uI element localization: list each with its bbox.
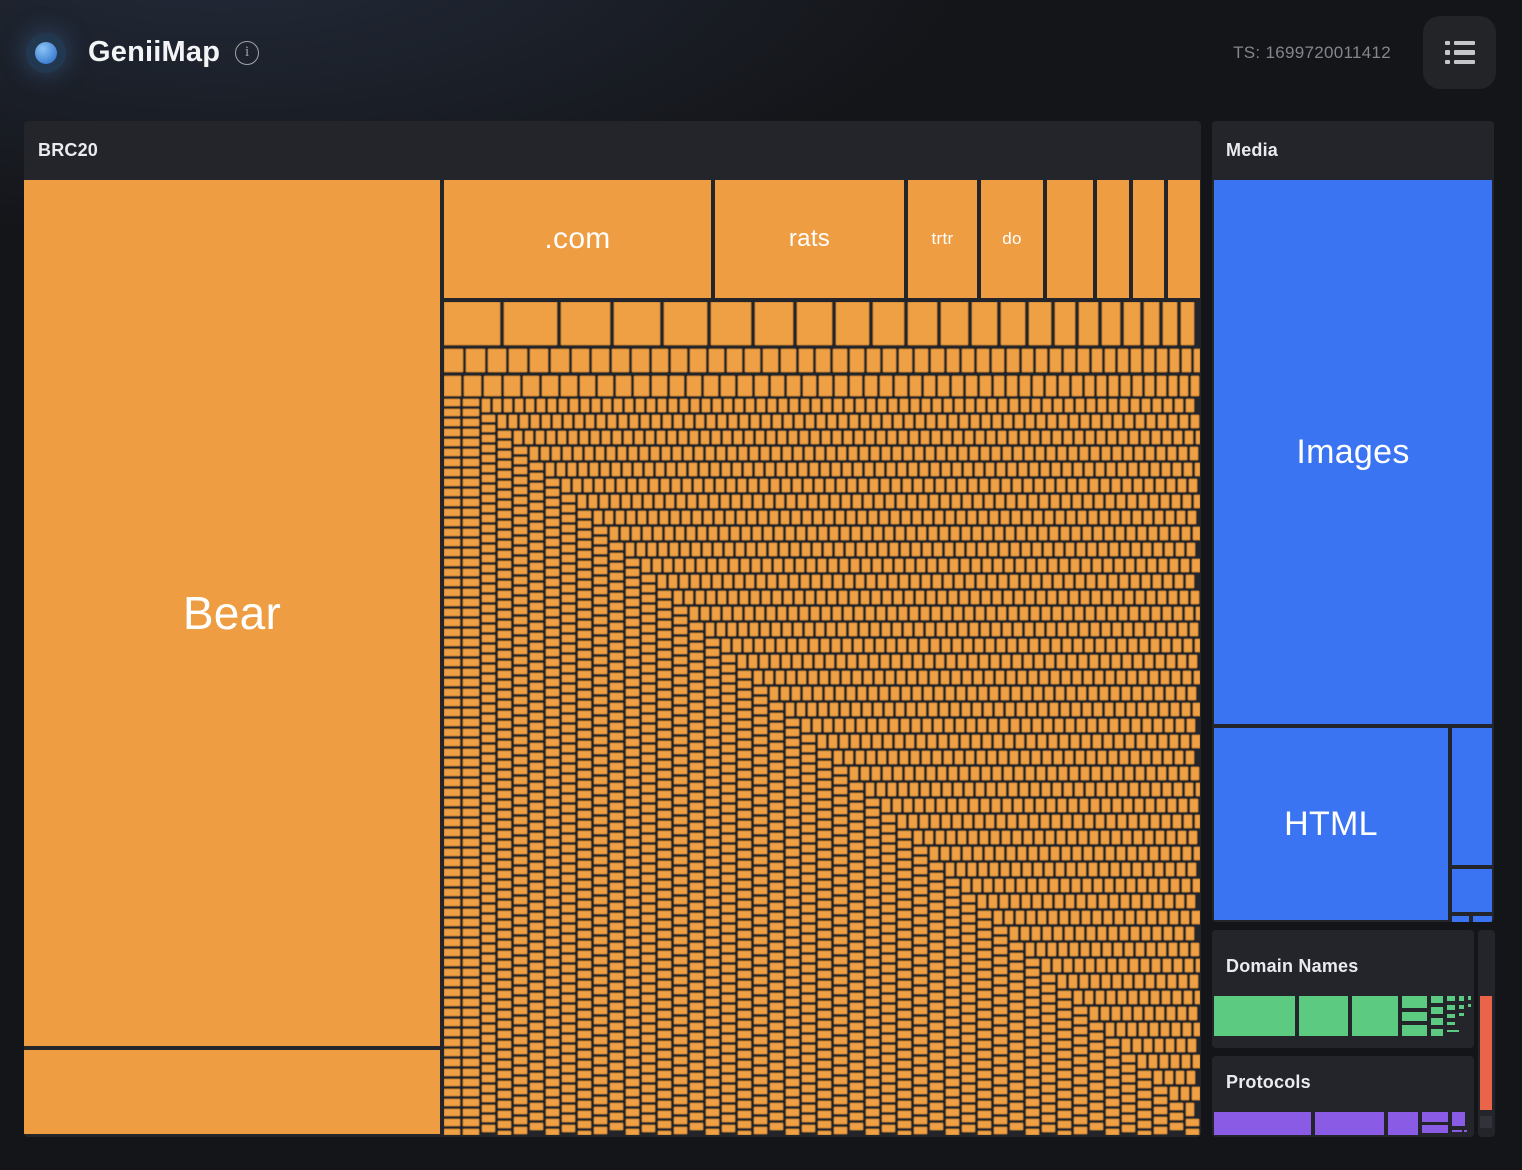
panel-brc20: BRC20 Bear.comratstrtrdo bbox=[24, 121, 1201, 1137]
treemap-block[interactable] bbox=[1402, 1025, 1427, 1036]
treemap-block[interactable] bbox=[1452, 1130, 1462, 1132]
timestamp: TS: 1699720011412 bbox=[1233, 43, 1391, 63]
panel-media: Media ImagesHTML bbox=[1212, 121, 1494, 922]
treemap-block-rats[interactable]: rats bbox=[715, 180, 904, 298]
panel-title-domain-names: Domain Names bbox=[1226, 956, 1358, 977]
treemap-block[interactable] bbox=[1473, 916, 1492, 922]
treemap-block[interactable] bbox=[1447, 1022, 1455, 1025]
panel-protocols: Protocols bbox=[1212, 1056, 1474, 1137]
treemap-block[interactable] bbox=[1447, 996, 1455, 1001]
treemap-block-bear[interactable]: Bear bbox=[24, 180, 440, 1046]
treemap-block[interactable] bbox=[1431, 996, 1443, 1003]
menu-button[interactable] bbox=[1423, 16, 1496, 89]
treemap-block[interactable] bbox=[1468, 1004, 1471, 1007]
list-icon bbox=[1445, 41, 1475, 65]
treemap-block[interactable] bbox=[1133, 180, 1164, 298]
treemap-block[interactable] bbox=[1452, 1112, 1465, 1126]
treemap-block[interactable] bbox=[1402, 1012, 1427, 1021]
treemap-block-html[interactable]: HTML bbox=[1214, 728, 1448, 920]
treemap-block[interactable] bbox=[1214, 1112, 1311, 1135]
treemap-block[interactable] bbox=[1452, 728, 1492, 865]
treemap-block[interactable] bbox=[1422, 1125, 1448, 1133]
treemap-block[interactable] bbox=[1431, 1007, 1443, 1014]
treemap-block[interactable] bbox=[1447, 1005, 1455, 1010]
top-bar: GeniiMap i TS: 1699720011412 bbox=[0, 0, 1522, 105]
treemap-block[interactable] bbox=[1452, 916, 1469, 922]
treemap-block-trtr[interactable]: trtr bbox=[908, 180, 977, 298]
treemap-block[interactable] bbox=[1402, 996, 1427, 1008]
treemap-block[interactable] bbox=[1468, 996, 1471, 1000]
treemap-block[interactable] bbox=[1352, 996, 1398, 1036]
treemap-block[interactable] bbox=[1447, 1030, 1459, 1032]
brc20-grid[interactable] bbox=[444, 302, 1200, 1135]
app-title: GeniiMap bbox=[88, 36, 220, 69]
treemap-block[interactable] bbox=[1459, 1005, 1464, 1009]
treemap-block[interactable] bbox=[1388, 1112, 1418, 1135]
treemap-block[interactable] bbox=[1459, 996, 1464, 1001]
treemap-block[interactable] bbox=[1459, 1013, 1464, 1016]
treemap-block[interactable] bbox=[1047, 180, 1093, 298]
panel-domain-names: Domain Names bbox=[1212, 930, 1474, 1048]
treemap-block[interactable] bbox=[1431, 1018, 1443, 1025]
treemap-block[interactable] bbox=[1214, 996, 1295, 1036]
treemap-block-images[interactable]: Images bbox=[1214, 180, 1492, 724]
treemap-block[interactable] bbox=[1299, 996, 1348, 1036]
treemap-block[interactable] bbox=[1464, 1130, 1467, 1132]
treemap-block[interactable] bbox=[1447, 1014, 1455, 1018]
treemap-block[interactable] bbox=[1097, 180, 1129, 298]
panel-title-protocols: Protocols bbox=[1226, 1072, 1311, 1093]
app-logo-dot bbox=[35, 42, 57, 64]
treemap-block[interactable] bbox=[1452, 869, 1492, 912]
treemap-block[interactable] bbox=[1422, 1112, 1448, 1122]
treemap-block[interactable] bbox=[1480, 996, 1492, 1110]
treemap-block[interactable] bbox=[1480, 1116, 1492, 1128]
geniimap-app: GeniiMap i TS: 1699720011412 BRC20 Bear.c… bbox=[0, 0, 1522, 1170]
panel-title-brc20: BRC20 bbox=[38, 140, 98, 161]
panel-overflow bbox=[1478, 930, 1495, 1137]
app-logo bbox=[26, 33, 66, 73]
panel-title-media: Media bbox=[1226, 140, 1278, 161]
treemap-block[interactable] bbox=[1431, 1029, 1443, 1036]
treemap-block[interactable] bbox=[1168, 180, 1200, 298]
treemap-block-com[interactable]: .com bbox=[444, 180, 711, 298]
treemap-block-do[interactable]: do bbox=[981, 180, 1043, 298]
treemap-block[interactable] bbox=[24, 1050, 440, 1134]
info-icon[interactable]: i bbox=[235, 41, 259, 65]
treemap-block[interactable] bbox=[1315, 1112, 1384, 1135]
